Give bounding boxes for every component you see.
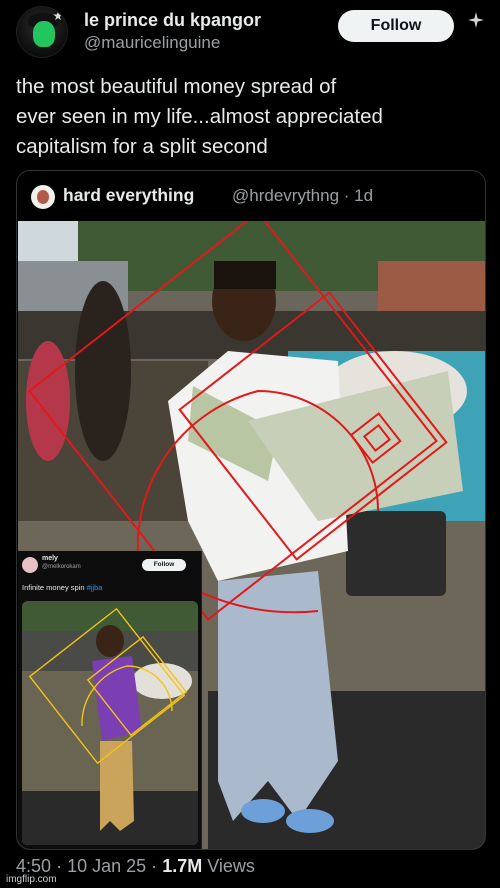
- quoted-post-card[interactable]: hard everything @hrdevrythng · 1d mely @…: [16, 170, 486, 850]
- watermark: imgflip.com: [4, 874, 59, 885]
- views-count: 1.7M: [162, 856, 203, 876]
- post-text: the most beautiful money spread of ever …: [16, 72, 486, 162]
- post-date[interactable]: 10 Jan 25: [67, 856, 146, 876]
- author-display-name[interactable]: le prince du kpangor: [84, 10, 261, 31]
- meta-separator: ·: [151, 856, 158, 876]
- follow-button[interactable]: Follow: [338, 10, 454, 42]
- views-label: Views: [207, 856, 255, 876]
- embedded-author-name: mely: [42, 555, 58, 562]
- post-photo[interactable]: mely @melkorokam Follow Infinite money s…: [18, 221, 485, 849]
- author-avatar[interactable]: [16, 6, 68, 58]
- post-text-line: ever seen in my life...almost appreciate…: [16, 105, 383, 128]
- quoted-post-header: hard everything @hrdevrythng · 1d: [31, 183, 471, 209]
- meta-separator: ·: [56, 856, 63, 876]
- author-handle[interactable]: @mauricelinguine: [84, 33, 220, 53]
- post-time[interactable]: 4:50: [16, 856, 51, 876]
- embedded-post-text: Infinite money spin #jjba: [22, 583, 103, 592]
- embedded-hashtag: #jjba: [86, 583, 103, 592]
- post-text-line: capitalism for a split second: [16, 135, 268, 158]
- embedded-follow-button: Follow: [142, 559, 186, 571]
- quoted-author-display-name[interactable]: hard everything: [63, 185, 194, 206]
- embedded-author-handle: @melkorokam: [42, 564, 81, 570]
- quoted-author-avatar[interactable]: [31, 185, 55, 209]
- embedded-post-photo: [22, 601, 198, 845]
- embedded-author-avatar: [22, 557, 38, 573]
- embedded-screenshot-post: mely @melkorokam Follow Infinite money s…: [18, 551, 202, 849]
- post-header: le prince du kpangor @mauricelinguine Fo…: [16, 6, 486, 62]
- embedded-photo-illustration: [22, 601, 198, 845]
- quoted-author-handle-time[interactable]: @hrdevrythng · 1d: [232, 186, 373, 206]
- sparkle-icon[interactable]: [468, 12, 484, 28]
- post-text-line: the most beautiful money spread of: [16, 75, 337, 98]
